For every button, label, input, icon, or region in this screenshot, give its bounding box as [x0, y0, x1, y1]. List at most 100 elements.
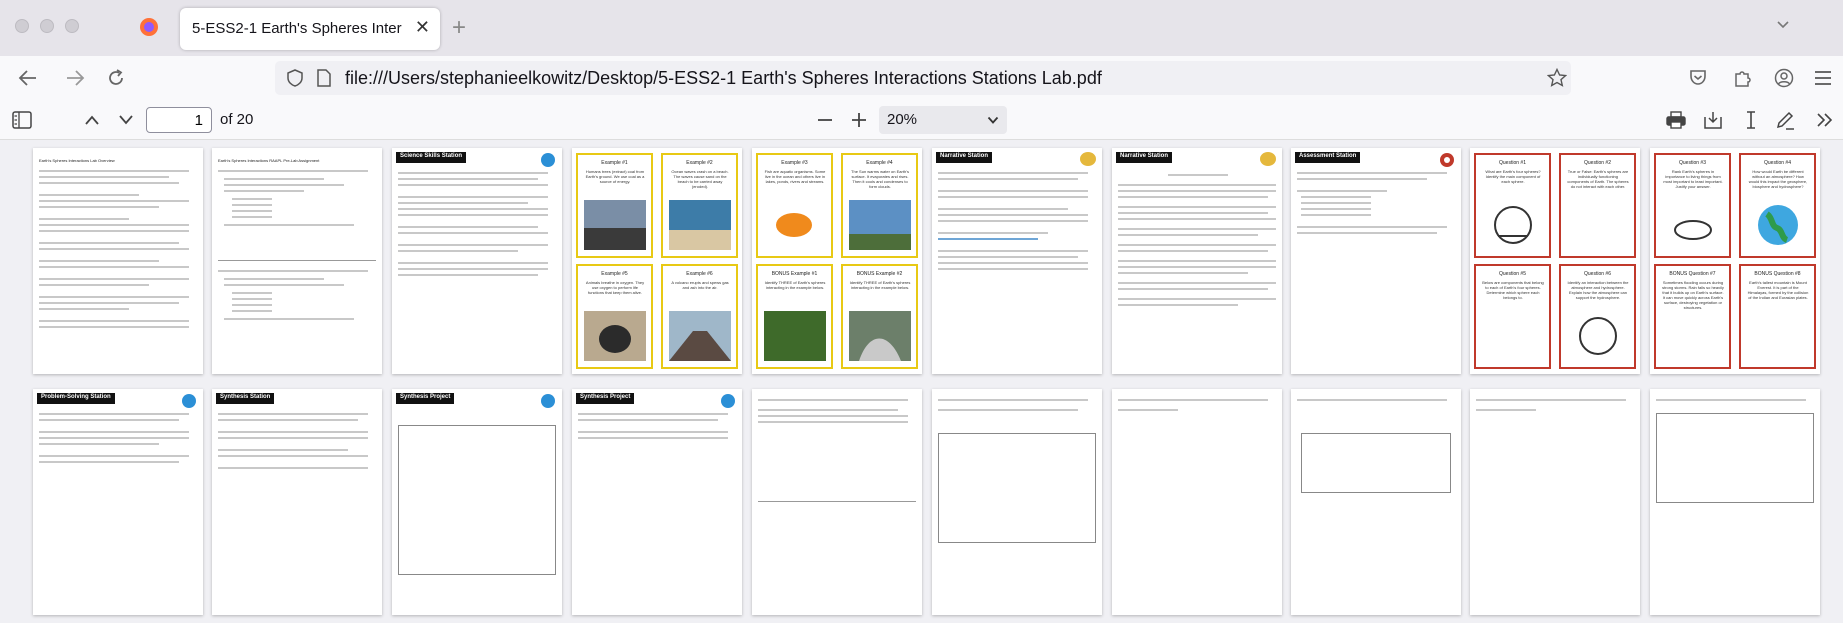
pdf-page-1[interactable]: Earth's Spheres Interactions Lab Overvie… [33, 148, 203, 374]
text-line [398, 184, 548, 186]
text-line [218, 455, 368, 457]
pdf-page-5[interactable]: Example #3 Fish are aquatic organisms. S… [752, 148, 922, 374]
water-cycle-icon [1579, 317, 1617, 355]
earth-globe-icon [1758, 205, 1798, 245]
pdf-page-19[interactable] [1470, 389, 1640, 615]
text-line [218, 437, 368, 439]
zoom-in-plus-icon[interactable] [851, 112, 867, 128]
text-line [1118, 234, 1258, 236]
url-bar[interactable]: file:///Users/stephanieelkowitz/Desktop/… [275, 61, 1571, 95]
maximize-window-button[interactable] [65, 19, 79, 33]
shield-icon[interactable] [287, 69, 303, 87]
pdf-page-6[interactable]: Narrative Station [932, 148, 1102, 374]
sidebar-toggle-icon[interactable] [12, 111, 32, 129]
text-line [1301, 196, 1371, 198]
pdf-page-7[interactable]: Narrative Station [1112, 148, 1282, 374]
pdf-page-9[interactable]: Question #1 What are Earth's four sphere… [1470, 148, 1640, 374]
goldfish-image [764, 200, 826, 250]
text-line [1118, 196, 1268, 198]
text-line [39, 326, 189, 328]
coal-mine-image [584, 200, 646, 250]
account-icon[interactable] [1774, 68, 1794, 88]
card-text: Animals breathe in oxygen. They use oxyg… [585, 280, 645, 295]
text-line [758, 415, 908, 417]
pdf-viewer[interactable]: Earth's Spheres Interactions Lab Overvie… [0, 140, 1843, 623]
text-line [39, 443, 159, 445]
page-number-input[interactable] [146, 107, 212, 133]
text-line [232, 298, 272, 300]
pdf-page-8[interactable]: Assessment Station [1291, 148, 1461, 374]
pdf-page-17[interactable] [1112, 389, 1282, 615]
text-line [39, 455, 189, 457]
page-icon[interactable] [317, 69, 331, 87]
close-window-button[interactable] [15, 19, 29, 33]
text-line [39, 248, 189, 250]
reload-icon[interactable] [106, 68, 126, 88]
tab-close-icon[interactable]: ✕ [415, 17, 430, 38]
pocket-icon[interactable] [1689, 69, 1707, 86]
zoom-select[interactable]: 20% [879, 106, 1007, 134]
card-label: BONUS Example #1 [771, 271, 818, 277]
pdf-page-15[interactable] [752, 389, 922, 615]
text-line [39, 431, 189, 433]
minimize-window-button[interactable] [40, 19, 54, 33]
pdf-page-18[interactable] [1291, 389, 1461, 615]
text-line [938, 409, 1078, 411]
text-line [39, 419, 179, 421]
pdf-page-13[interactable]: Synthesis Project [392, 389, 562, 615]
save-download-icon[interactable] [1703, 111, 1723, 129]
previous-page-chevron-up-icon[interactable] [84, 113, 100, 127]
text-line [398, 214, 548, 216]
menu-hamburger-icon[interactable] [1814, 70, 1832, 86]
text-line [39, 278, 189, 280]
zoom-value: 20% [887, 111, 918, 128]
text-line [1476, 399, 1626, 401]
back-arrow-icon[interactable] [18, 69, 38, 87]
pdf-page-4[interactable]: Example #1 Humans trees (extract) coal f… [572, 148, 742, 374]
pdf-page-2[interactable]: Earth's Spheres Interactions RAAPL Pre-L… [212, 148, 382, 374]
zoom-out-minus-icon[interactable] [817, 118, 833, 122]
text-line [232, 292, 272, 294]
text-line [224, 278, 324, 280]
forward-arrow-icon[interactable] [65, 69, 85, 87]
pdf-page-10[interactable]: Question #3 Rank Earth's spheres in impo… [1650, 148, 1820, 374]
page-8-header: Assessment Station [1295, 152, 1361, 163]
text-line [39, 206, 159, 208]
tab-active[interactable]: 5-ESS2-1 Earth's Spheres Interactions ✕ [180, 8, 440, 50]
example-card: Example #2 Ocean waves crash on a beach.… [661, 153, 738, 258]
pdf-page-12[interactable]: Synthesis Station [212, 389, 382, 615]
text-line [1118, 399, 1268, 401]
text-line [938, 172, 1088, 174]
dog-image [584, 311, 646, 361]
text-line [398, 250, 518, 252]
text-line [232, 198, 272, 200]
pdf-page-14[interactable]: Synthesis Project [572, 389, 742, 615]
extensions-puzzle-icon[interactable] [1733, 68, 1753, 88]
text-line [938, 256, 1078, 258]
example-card: BONUS Example #2 Identify THREE of Earth… [841, 264, 918, 369]
next-page-chevron-down-icon[interactable] [118, 113, 134, 127]
example-card: Example #1 Humans trees (extract) coal f… [576, 153, 653, 258]
pdf-page-11[interactable]: Problem-Solving Station [33, 389, 203, 615]
more-tools-chevrons-icon[interactable] [1816, 112, 1834, 128]
print-icon[interactable] [1666, 111, 1686, 129]
text-line [578, 437, 728, 439]
text-line [1297, 232, 1437, 234]
earth-spheres-illustration-icon [1494, 206, 1532, 244]
pdf-page-16[interactable] [932, 389, 1102, 615]
text-line [39, 461, 179, 463]
pdf-page-3[interactable]: Science Skills Station [392, 148, 562, 374]
text-line [39, 194, 139, 196]
nav-bar: file:///Users/stephanieelkowitz/Desktop/… [0, 56, 1843, 100]
card-text: Below are components that belong to each… [1482, 280, 1544, 300]
draw-pen-icon[interactable] [1775, 110, 1795, 130]
pdf-page-20[interactable] [1650, 389, 1820, 615]
text-line [1118, 260, 1276, 262]
new-tab-button[interactable]: + [452, 14, 466, 42]
text-cursor-icon[interactable] [1745, 111, 1757, 129]
tab-list-chevron-icon[interactable] [1775, 16, 1791, 32]
text-line [232, 204, 272, 206]
text-line [1118, 272, 1248, 274]
text-line [39, 320, 189, 322]
bookmark-star-icon[interactable] [1547, 68, 1567, 88]
